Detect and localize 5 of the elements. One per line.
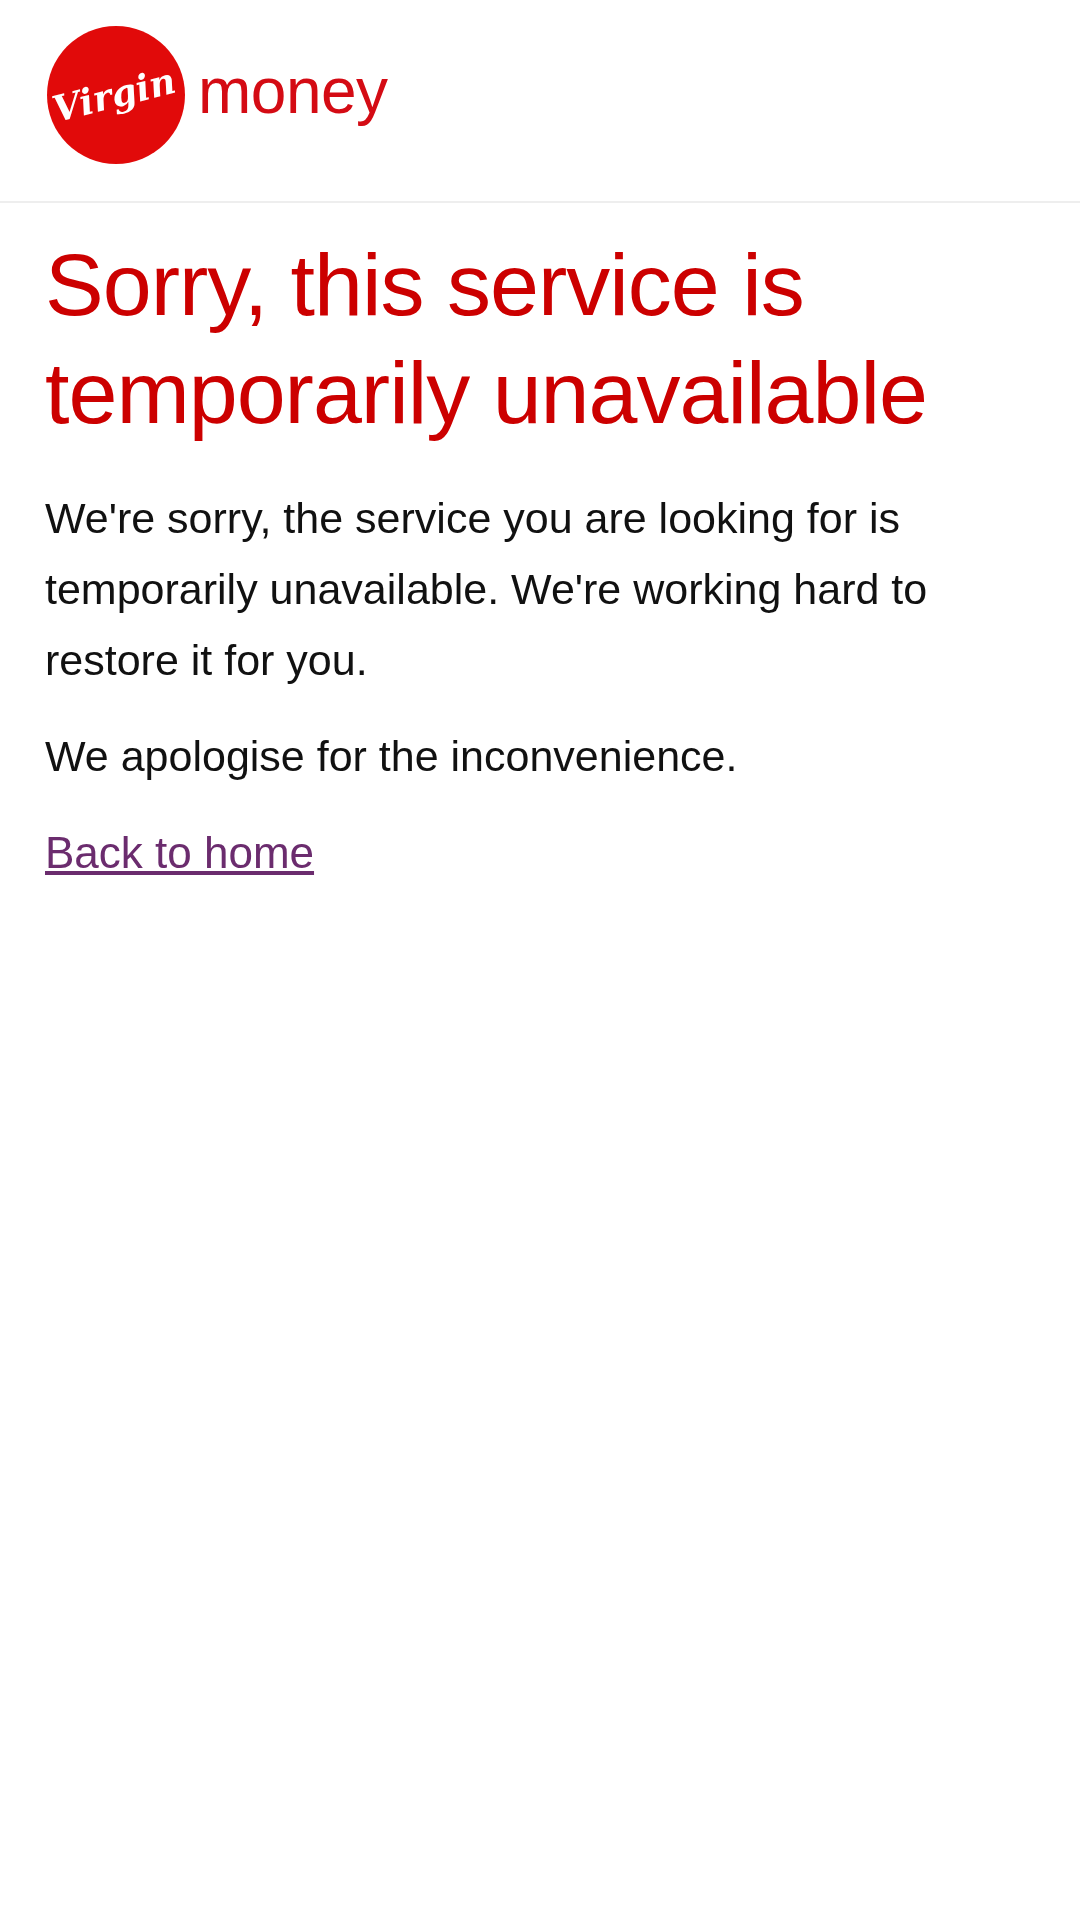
message-paragraph: We apologise for the inconvenience. [45, 731, 739, 782]
message-paragraph: We're sorry, the service you are looking for is temporarily unavailable. We're working hard to restore it for you. [45, 493, 929, 686]
back-home-link[interactable]: Back to home [45, 828, 315, 877]
page-heading: Sorry, this service is temporarily unavailable [45, 234, 928, 444]
logo-badge-icon: Virgin [46, 24, 186, 165]
